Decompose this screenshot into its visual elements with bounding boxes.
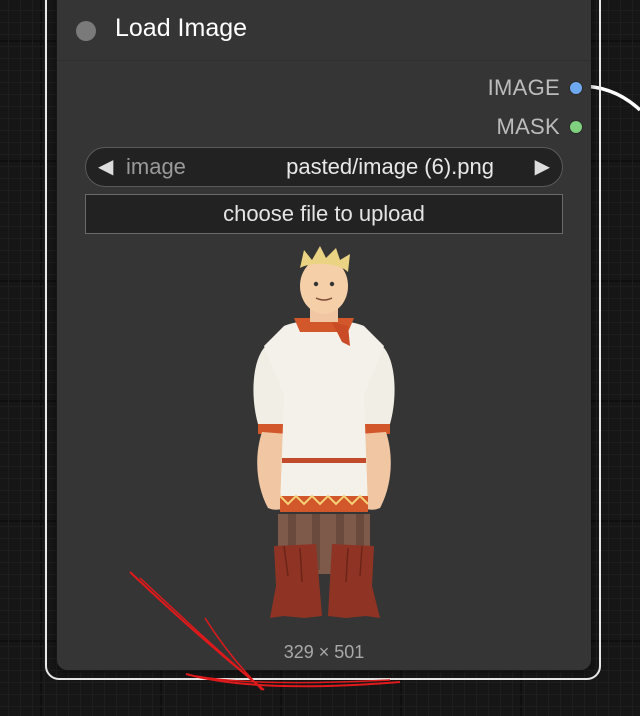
output-slot-image[interactable]: IMAGE [488,75,583,101]
combo-next-arrow[interactable]: ▶ [535,155,550,179]
image-preview [253,246,395,618]
node-header[interactable]: Load Image [57,0,591,61]
output-connector-mask[interactable] [569,120,583,134]
combo-name: image [126,154,186,179]
node-title: Load Image [115,14,248,42]
output-connector-image[interactable] [569,81,583,95]
image-combo-widget[interactable]: ◀ image pasted/image (6).png ▶ [85,147,563,187]
upload-button[interactable]: choose file to upload [85,194,563,234]
collapse-toggle[interactable] [76,21,96,41]
load-image-node[interactable]: Load Image IMAGE MASK ◀ image pasted/ima… [57,0,591,670]
combo-prev-arrow[interactable]: ◀ [98,155,113,179]
output-label-mask: MASK [496,114,560,139]
combo-value[interactable]: pasted/image (6).png [286,155,494,179]
image-dimensions-label: 329 × 501 [283,642,365,662]
output-slot-mask[interactable]: MASK [496,114,583,140]
output-label-image: IMAGE [487,75,560,100]
